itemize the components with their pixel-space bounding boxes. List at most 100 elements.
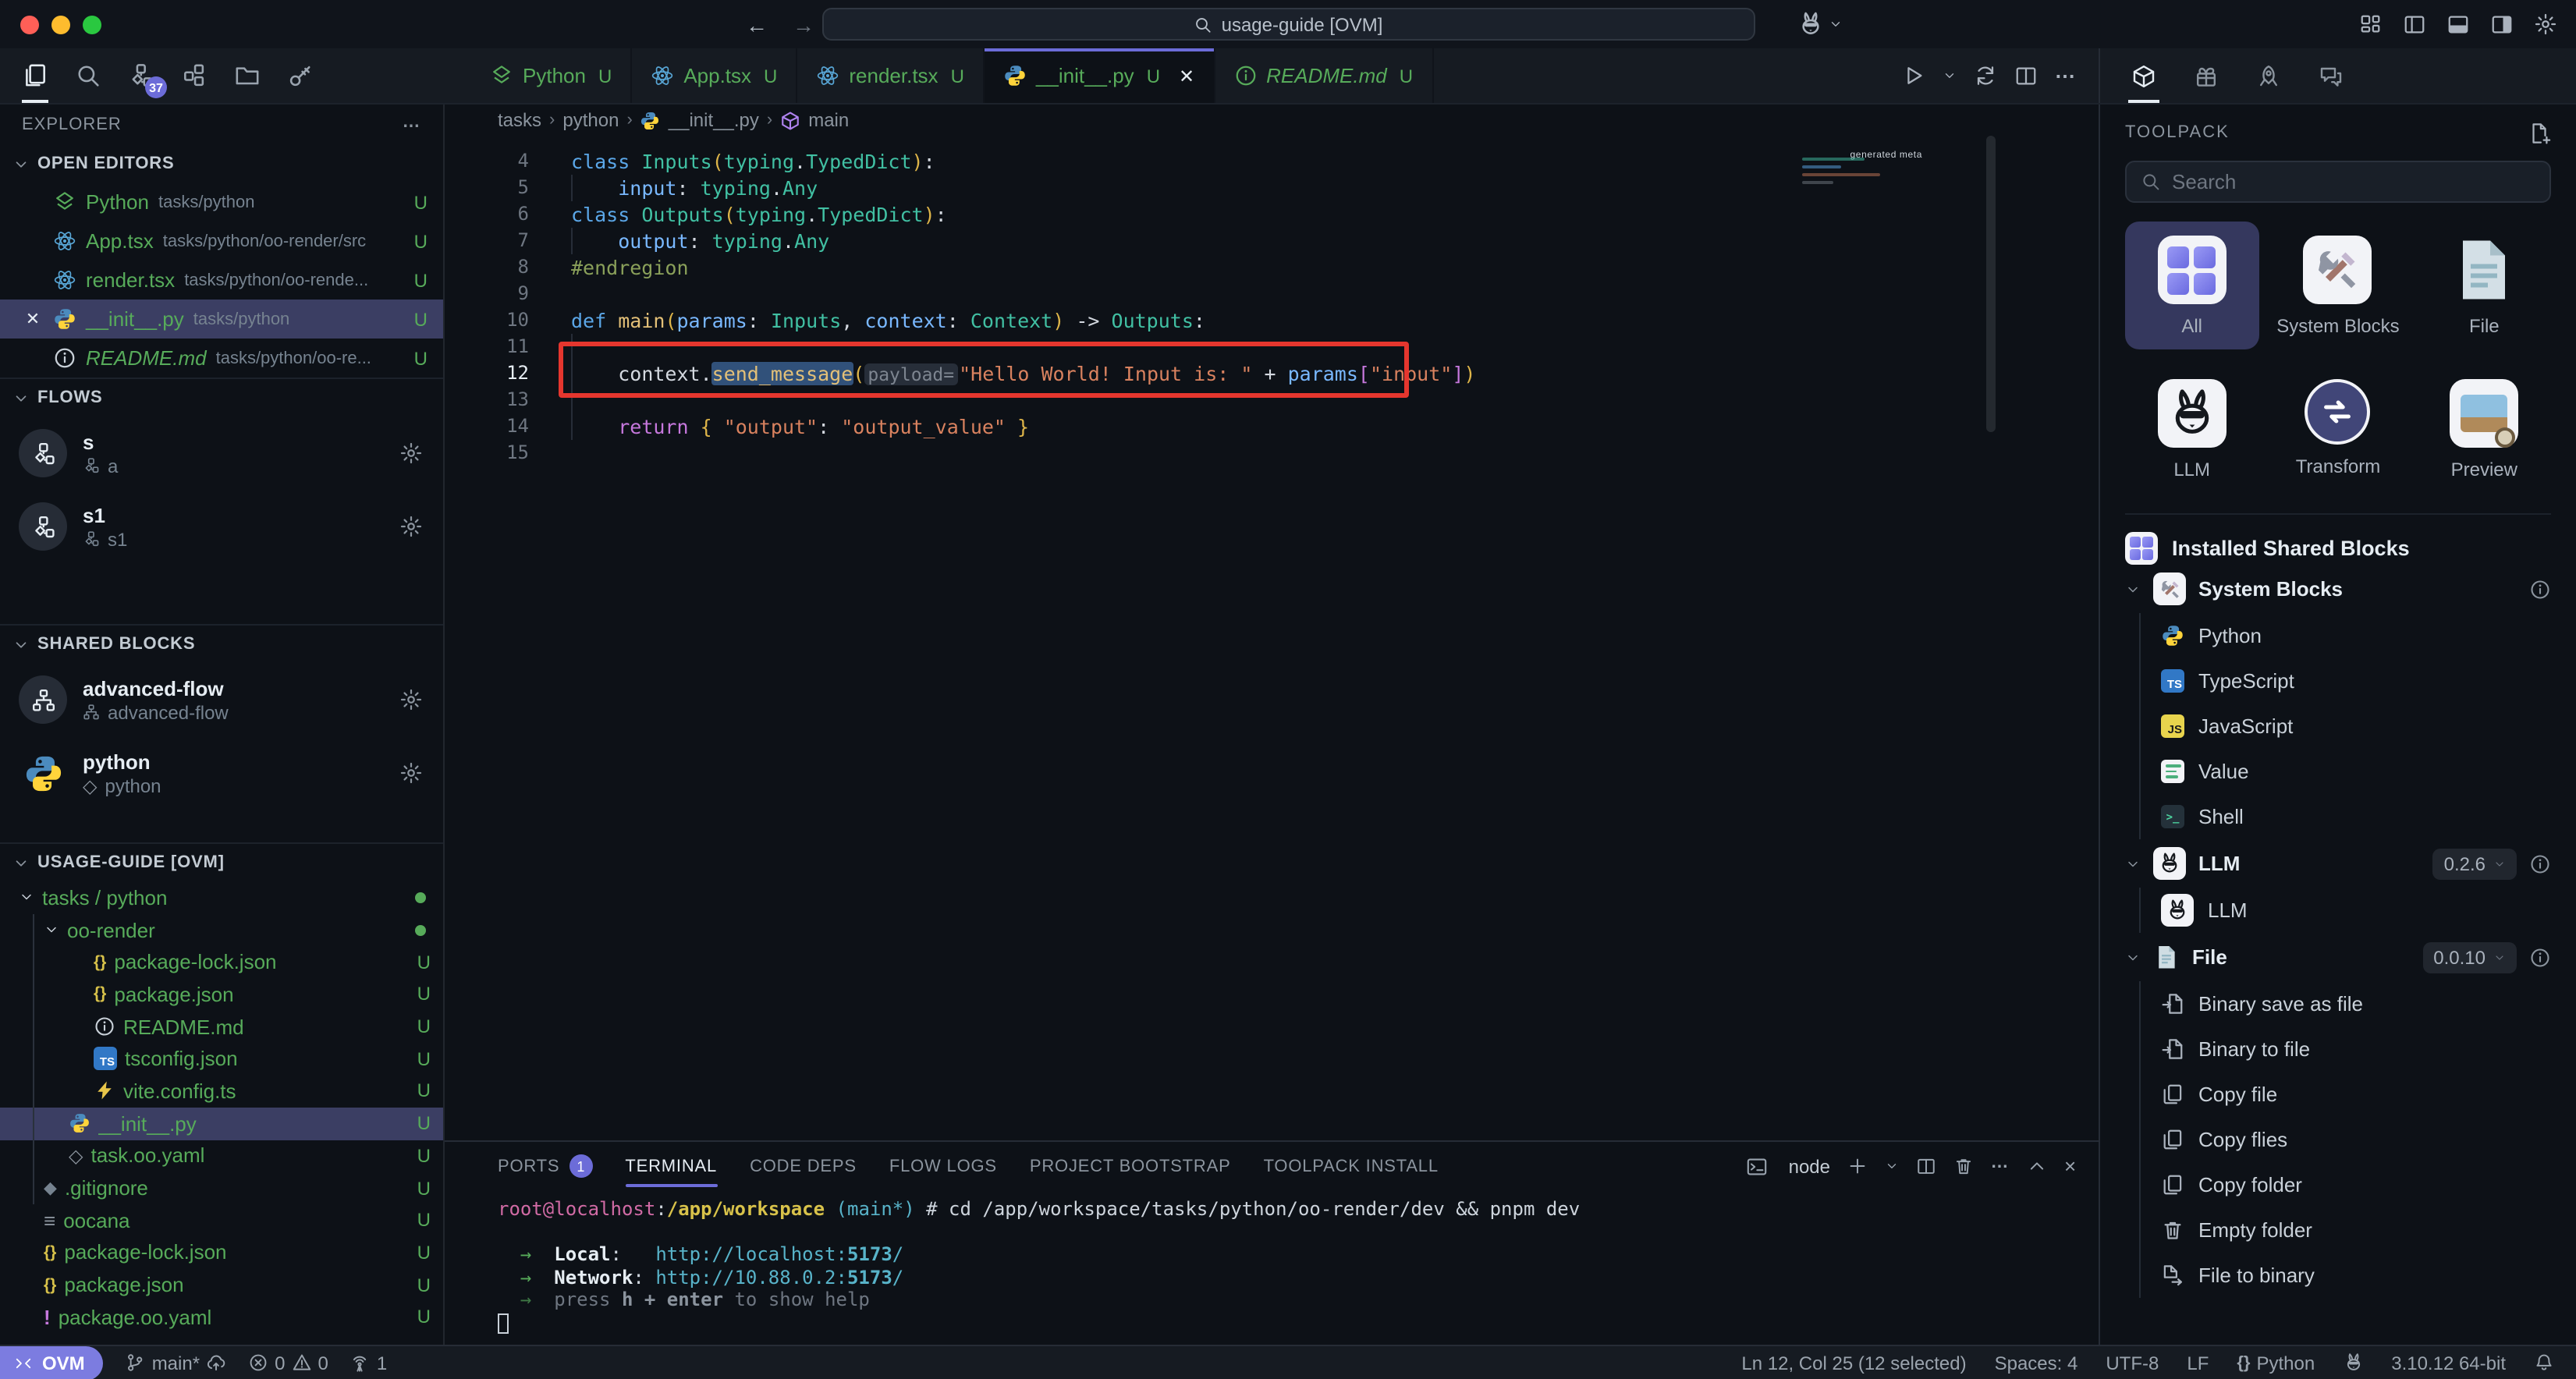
block-item-binary-to-file[interactable]: Binary to file (2161, 1026, 2551, 1072)
status-indentation[interactable]: Spaces: 4 (1995, 1352, 2078, 1374)
tree-item-tsconfig-json[interactable]: TStsconfig.jsonU (0, 1043, 443, 1075)
dots-icon[interactable]: ⋯ (1991, 1156, 2010, 1176)
command-center-search[interactable]: usage-guide [OVM] (821, 8, 1755, 41)
tree-item-oocana[interactable]: ≡oocanaU (0, 1204, 443, 1236)
remote-indicator[interactable]: OVM (0, 1345, 104, 1379)
right-strip-comment[interactable] (2319, 48, 2344, 103)
right-strip-gift[interactable] (2194, 48, 2219, 103)
block-item-copy-folder[interactable]: Copy folder (2161, 1162, 2551, 1207)
panel-right-icon[interactable] (2490, 12, 2514, 36)
toolpack-category-all[interactable]: All (2125, 222, 2258, 349)
activity-item-flow[interactable]: 37 (128, 48, 154, 103)
activity-item-blocks[interactable] (181, 48, 208, 103)
maximize-window-button[interactable] (83, 15, 101, 34)
activity-item-search[interactable] (75, 48, 101, 103)
tree-item-package-oo-yaml[interactable]: !package.oo.yamlU (0, 1301, 443, 1333)
editor-scrollbar[interactable] (1986, 136, 1996, 432)
gear-icon[interactable] (2534, 12, 2557, 36)
tree-item-vite-config-ts[interactable]: vite.config.tsU (0, 1075, 443, 1107)
block-item-value[interactable]: Value (2161, 749, 2551, 794)
open-editor-render-tsx[interactable]: render.tsxtasks/python/oo-rende...U (0, 261, 443, 300)
split-icon[interactable] (1916, 1156, 1936, 1176)
panel-tab-ports[interactable]: PORTS1 (498, 1142, 592, 1190)
info-icon[interactable] (2529, 853, 2551, 874)
tab--init-py[interactable]: __init__.pyU✕ (985, 48, 1215, 103)
tab-python[interactable]: PythonU (471, 48, 632, 103)
section-header[interactable]: System Blocks (2125, 565, 2551, 613)
panel-tab-terminal[interactable]: TERMINAL (625, 1142, 717, 1190)
tree-item--init-py[interactable]: __init__.pyU (0, 1108, 443, 1140)
panel-tab-code-deps[interactable]: CODE DEPS (750, 1142, 857, 1190)
close-icon[interactable]: × (2064, 1154, 2077, 1178)
status-ports[interactable]: 1 (350, 1352, 387, 1374)
new-file-icon[interactable] (2528, 121, 2551, 144)
block-item-empty-folder[interactable]: Empty folder (2161, 1207, 2551, 1253)
toolpack-category-system-blocks[interactable]: System Blocks (2271, 222, 2404, 349)
gear-icon[interactable] (399, 515, 423, 538)
layout-grid-icon[interactable] (2359, 12, 2383, 36)
term-icon[interactable] (1747, 1155, 1769, 1177)
shared-block-advanced-flow[interactable]: advanced-flowadvanced-flow (0, 663, 443, 736)
tree-item-task-oo-yaml[interactable]: ◇task.oo.yamlU (0, 1140, 443, 1172)
status-python-version[interactable]: 3.10.12 64-bit (2391, 1352, 2506, 1374)
info-icon[interactable] (2529, 946, 2551, 968)
explorer-more-icon[interactable]: ⋯ (403, 115, 421, 135)
shared-blocks-header[interactable]: SHARED BLOCKS (0, 626, 443, 663)
flow-item-s[interactable]: sa (0, 417, 443, 490)
panel-tab-toolpack-install[interactable]: TOOLPACK INSTALL (1264, 1142, 1439, 1190)
status-encoding[interactable]: UTF-8 (2106, 1352, 2159, 1374)
shared-block-python[interactable]: python◇python (0, 736, 443, 810)
flows-header[interactable]: FLOWS (0, 379, 443, 417)
toolpack-category-preview[interactable]: Preview (2418, 365, 2551, 493)
flow-item-s1[interactable]: s1s1 (0, 490, 443, 563)
status-language-mode[interactable]: {}Python (2237, 1352, 2315, 1374)
status-assistant[interactable] (2343, 1352, 2363, 1373)
section-header[interactable]: LLM0.2.6 (2125, 839, 2551, 888)
activity-item-key[interactable] (287, 48, 314, 103)
status-problems[interactable]: 00 (248, 1352, 328, 1374)
window-controls[interactable] (20, 15, 101, 34)
block-item-copy-flies[interactable]: Copy flies (2161, 1117, 2551, 1162)
trash-icon[interactable] (1953, 1156, 1974, 1176)
block-item-llm[interactable]: LLM (2161, 888, 2551, 933)
panel-bottom-icon[interactable] (2446, 12, 2470, 36)
toolpack-search-input[interactable] (2172, 170, 2535, 193)
history-forward-icon[interactable]: → (793, 12, 814, 37)
toolpack-search[interactable] (2125, 161, 2551, 203)
open-editors-header[interactable]: OPEN EDITORS (0, 145, 443, 183)
block-item-python[interactable]: Python (2161, 613, 2551, 658)
tree-item-package-json[interactable]: {}package.jsonU (0, 1269, 443, 1301)
open-editor-readme-md[interactable]: README.mdtasks/python/oo-re...U (0, 339, 443, 378)
code-editor[interactable]: 4class Inputs(typing.TypedDict):5 input:… (445, 136, 2099, 1140)
play-icon[interactable] (1902, 64, 1925, 87)
gear-icon[interactable] (399, 688, 423, 711)
sync-icon[interactable] (1974, 64, 1997, 87)
toolpack-category-transform[interactable]: Transform (2271, 365, 2404, 493)
right-strip-cube[interactable] (2131, 48, 2156, 103)
dots-icon[interactable]: ⋯ (2055, 63, 2077, 88)
block-item-copy-file[interactable]: Copy file (2161, 1072, 2551, 1117)
block-item-typescript[interactable]: TSTypeScript (2161, 658, 2551, 704)
version-select[interactable]: 0.2.6 (2433, 848, 2517, 879)
info-icon[interactable] (2529, 578, 2551, 600)
version-select[interactable]: 0.0.10 (2422, 941, 2517, 973)
breadcrumb[interactable]: tasks›python›__init__.py›main (445, 105, 2099, 136)
block-item-javascript[interactable]: JSJavaScript (2161, 704, 2551, 749)
status-branch[interactable]: main* (126, 1352, 226, 1374)
gear-icon[interactable] (399, 441, 423, 465)
toolpack-category-llm[interactable]: LLM (2125, 365, 2258, 493)
open-editor-app-tsx[interactable]: App.tsxtasks/python/oo-render/srcU (0, 222, 443, 261)
terminal-output[interactable]: root@localhost:/app/workspace (main*) # … (445, 1190, 2099, 1345)
tree-item-package-json[interactable]: {}package.jsonU (0, 978, 443, 1010)
tab-app-tsx[interactable]: App.tsxU (632, 48, 797, 103)
tree-item-readme-md[interactable]: README.mdU (0, 1011, 443, 1043)
workspace-header[interactable]: USAGE-GUIDE [OVM] (0, 844, 443, 881)
activity-item-files[interactable] (22, 48, 48, 103)
assistant-menu[interactable] (1797, 11, 1843, 37)
close-tab-icon[interactable]: ✕ (1179, 65, 1194, 87)
open-editor--init-py[interactable]: ✕__init__.pytasks/pythonU (0, 300, 443, 339)
tree-item-package-lock-json[interactable]: {}package-lock.jsonU (0, 1236, 443, 1268)
status-notifications[interactable] (2534, 1352, 2554, 1373)
status-cursor-position[interactable]: Ln 12, Col 25 (12 selected) (1741, 1352, 1966, 1374)
status-eol[interactable]: LF (2187, 1352, 2209, 1374)
